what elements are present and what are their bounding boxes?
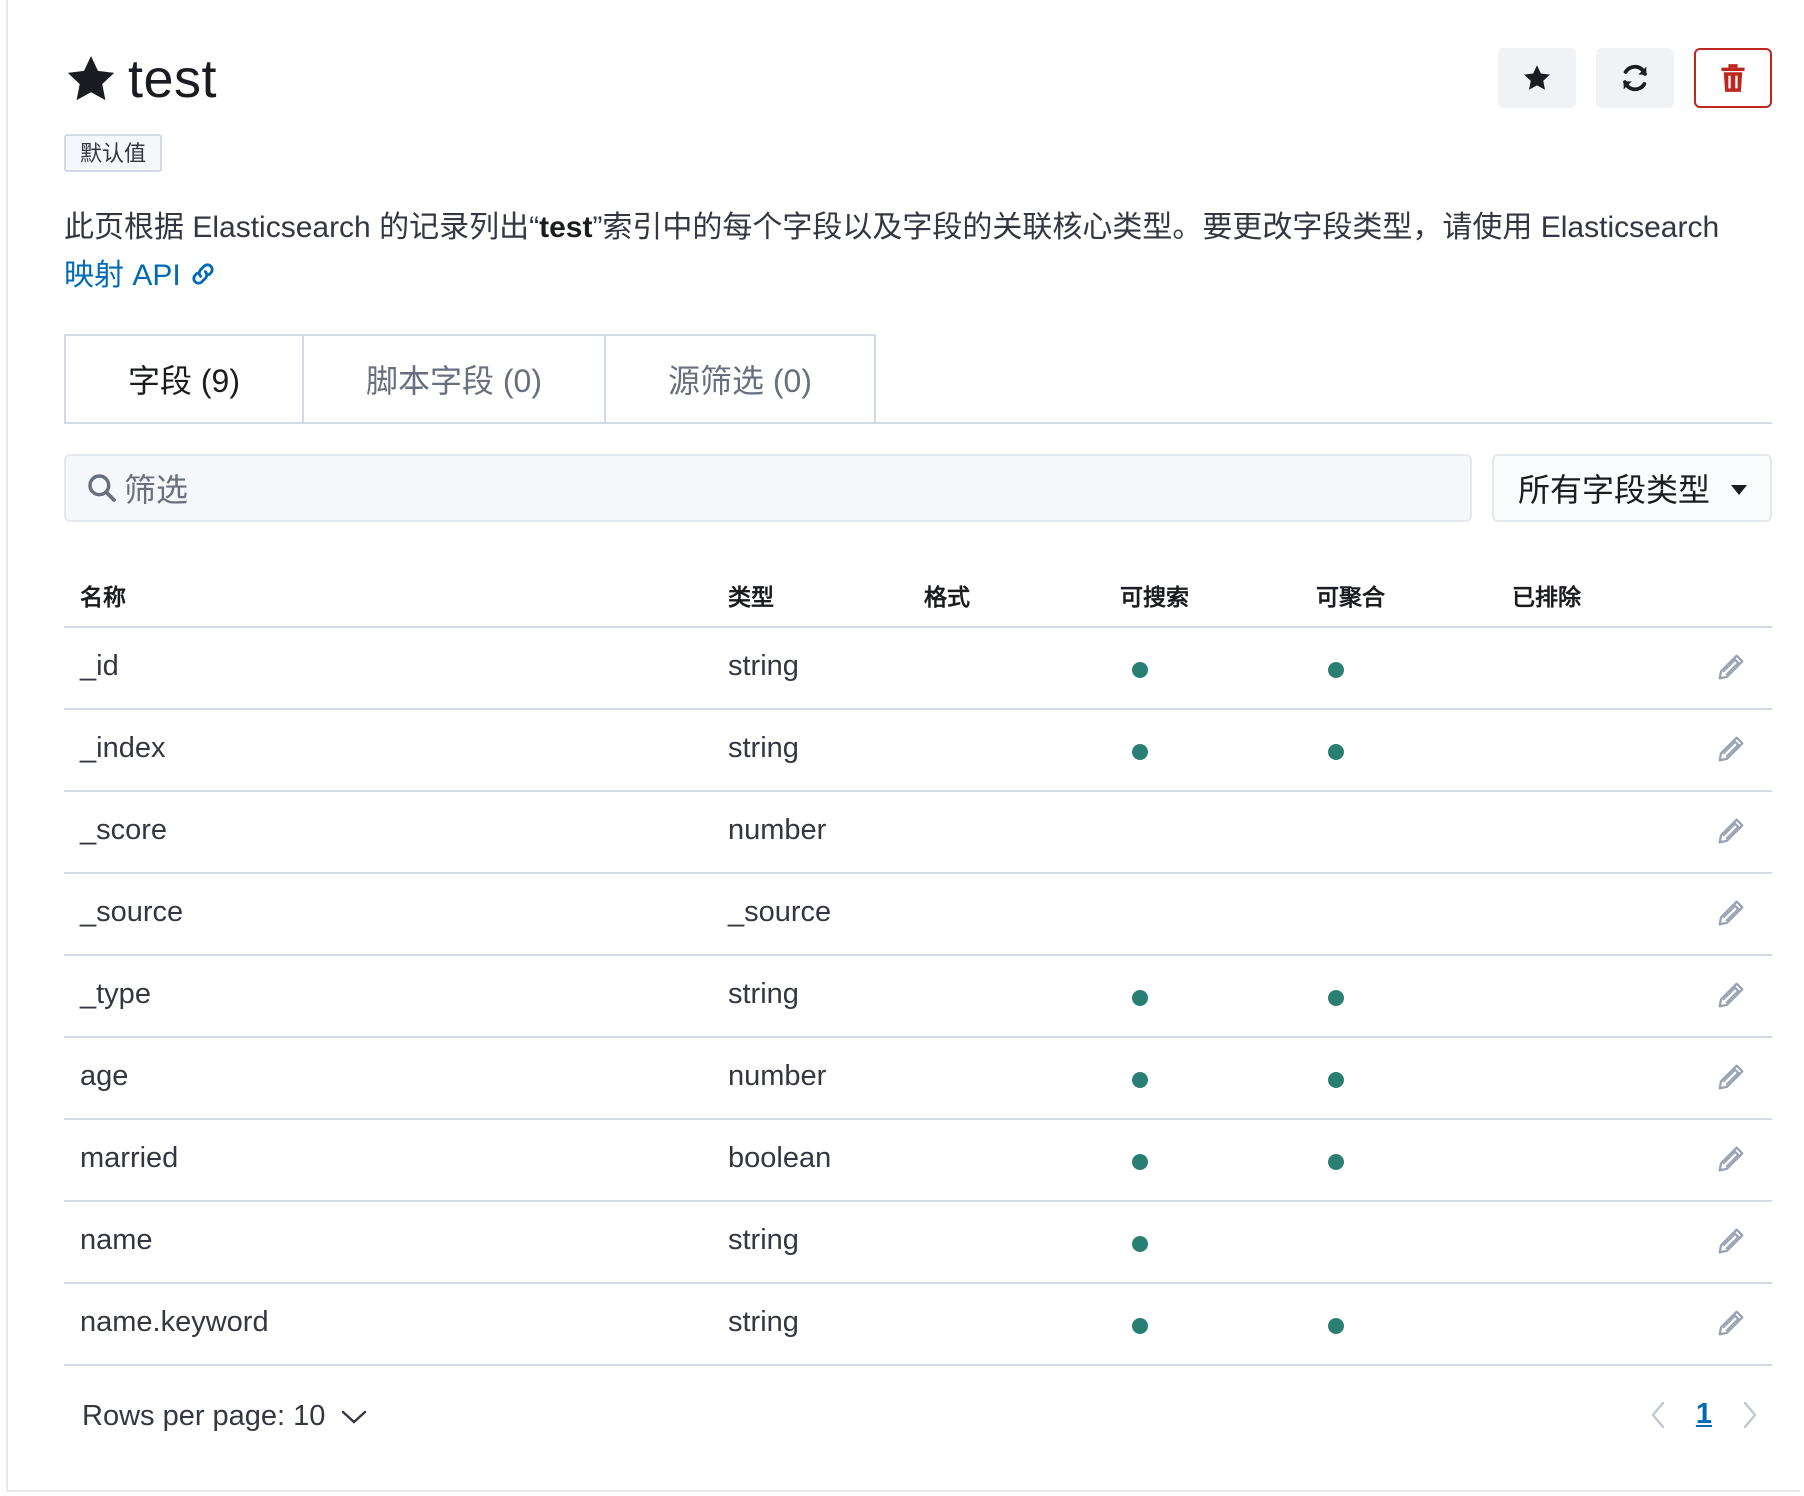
field-name: _type — [80, 978, 151, 1010]
header-actions — [1498, 48, 1772, 108]
table-row: age number — [64, 1038, 1772, 1120]
table-row: name string — [64, 1202, 1772, 1284]
filter-search-field[interactable]: 筛选 — [64, 454, 1472, 522]
searchable-indicator — [1132, 1236, 1148, 1252]
aggregatable-indicator — [1328, 1154, 1344, 1170]
field-type: string — [728, 1224, 799, 1256]
set-default-button[interactable] — [1498, 48, 1576, 108]
searchable-indicator — [1132, 1318, 1148, 1334]
link-icon — [192, 263, 214, 285]
aggregatable-indicator — [1328, 1318, 1344, 1334]
table-row: _id string — [64, 628, 1772, 710]
pencil-icon[interactable] — [1714, 814, 1748, 848]
searchable-indicator — [1132, 744, 1148, 760]
column-header-format[interactable]: 格式 — [924, 578, 970, 612]
tab-fields[interactable]: 字段 (9) — [64, 334, 304, 422]
fields-table-header: 名称 类型 格式 可搜索 可聚合 已排除 — [64, 556, 1772, 628]
chevron-left-icon[interactable] — [1650, 1401, 1666, 1429]
searchable-indicator — [1132, 1072, 1148, 1088]
mapping-api-link-text: 映射 API — [64, 259, 181, 292]
table-row: _score number — [64, 792, 1772, 874]
field-type: _source — [728, 896, 832, 928]
field-type: string — [728, 732, 799, 764]
pencil-icon[interactable] — [1714, 1142, 1748, 1176]
description-text-end: ”索引中的每个字段以及字段的关联核心类型。要更改字段类型，请使用 Elastic… — [592, 211, 1720, 244]
field-name: _score — [80, 814, 168, 846]
rows-per-page-select[interactable]: Rows per page: 10 — [82, 1400, 367, 1433]
searchable-indicator — [1132, 1154, 1148, 1170]
search-icon — [88, 474, 116, 502]
mapping-api-link[interactable]: 映射 API — [64, 259, 217, 292]
table-row: name.keyword string — [64, 1284, 1772, 1366]
column-header-type[interactable]: 类型 — [728, 578, 774, 612]
tab-scripted-fields[interactable]: 脚本字段 (0) — [302, 334, 606, 422]
field-name: married — [80, 1142, 179, 1174]
table-row: _index string — [64, 710, 1772, 792]
field-name: _id — [80, 650, 119, 682]
search-placeholder: 筛选 — [124, 472, 189, 508]
tab-source-filters[interactable]: 源筛选 (0) — [604, 334, 876, 422]
field-type: number — [728, 1060, 827, 1092]
page-title: test — [64, 44, 217, 114]
pencil-icon[interactable] — [1714, 1224, 1748, 1258]
column-header-excluded[interactable]: 已排除 — [1512, 578, 1581, 612]
table-row: _type string — [64, 956, 1772, 1038]
aggregatable-indicator — [1328, 744, 1344, 760]
field-name: _source — [80, 896, 184, 928]
description-text-start: 此页根据 Elasticsearch 的记录列出“ — [64, 211, 540, 244]
index-title: test — [128, 49, 218, 109]
rows-per-page-label: Rows per page: 10 — [82, 1400, 326, 1432]
pencil-icon[interactable] — [1714, 978, 1748, 1012]
star-icon — [1524, 65, 1550, 90]
refresh-fields-button[interactable] — [1596, 48, 1674, 108]
index-pattern-panel: test 默认值 此页根据 Elasticsearch 的记录列出“test”索… — [6, 0, 1800, 1492]
field-type-select[interactable]: 所有字段类型 — [1492, 454, 1772, 522]
field-type: number — [728, 814, 827, 846]
default-badge: 默认值 — [64, 134, 163, 172]
field-name: _index — [80, 732, 166, 764]
aggregatable-indicator — [1328, 662, 1344, 678]
trash-icon — [1721, 64, 1745, 92]
searchable-indicator — [1132, 990, 1148, 1006]
chevron-down-icon — [342, 1410, 367, 1424]
field-type-select-value: 所有字段类型 — [1518, 472, 1711, 508]
table-row: _source _source — [64, 874, 1772, 956]
delete-index-pattern-button[interactable] — [1694, 48, 1772, 108]
pencil-icon[interactable] — [1714, 1306, 1748, 1340]
column-header-searchable[interactable]: 可搜索 — [1120, 578, 1189, 612]
pencil-icon[interactable] — [1714, 1060, 1748, 1094]
pencil-icon[interactable] — [1714, 650, 1748, 684]
field-type: string — [728, 650, 799, 682]
column-header-name[interactable]: 名称 — [80, 578, 126, 612]
caret-down-icon — [1731, 485, 1747, 495]
star-icon — [67, 56, 115, 101]
pencil-icon[interactable] — [1714, 732, 1748, 766]
description-index-name: test — [539, 211, 593, 244]
field-name: name.keyword — [80, 1306, 269, 1338]
page-1-button[interactable]: 1 — [1696, 1398, 1712, 1431]
pencil-icon[interactable] — [1714, 896, 1748, 930]
field-type: boolean — [728, 1142, 832, 1174]
column-header-aggregatable[interactable]: 可聚合 — [1316, 578, 1385, 612]
field-type: string — [728, 1306, 799, 1338]
chevron-right-icon[interactable] — [1742, 1401, 1758, 1429]
table-row: married boolean — [64, 1120, 1772, 1202]
field-name: age — [80, 1060, 129, 1092]
field-name: name — [80, 1224, 153, 1256]
pagination: 1 — [1650, 1398, 1758, 1431]
refresh-icon — [1623, 64, 1647, 92]
searchable-indicator — [1132, 662, 1148, 678]
field-type: string — [728, 978, 799, 1010]
aggregatable-indicator — [1328, 1072, 1344, 1088]
page-description: 此页根据 Elasticsearch 的记录列出“test”索引中的每个字段以及… — [64, 204, 1724, 300]
field-tabs: 字段 (9) 脚本字段 (0) 源筛选 (0) — [64, 334, 1772, 424]
aggregatable-indicator — [1328, 990, 1344, 1006]
